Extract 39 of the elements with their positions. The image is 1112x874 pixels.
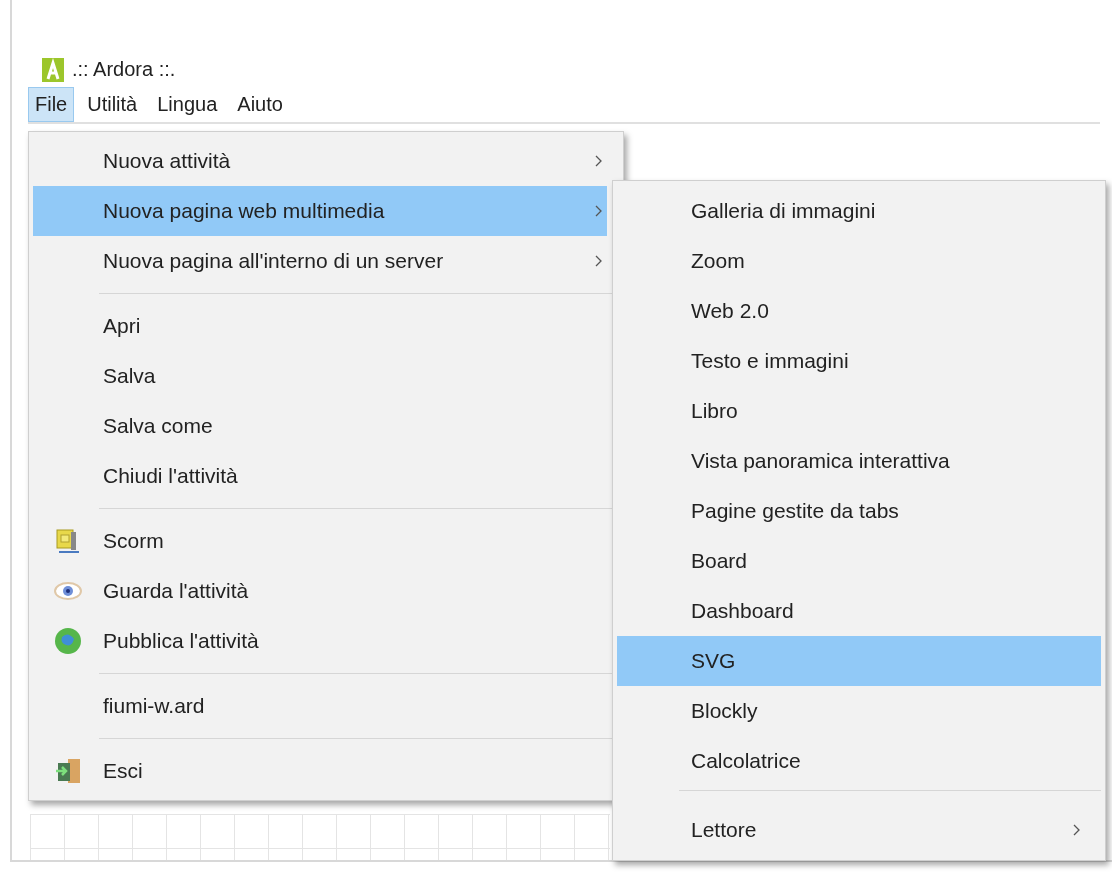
door-icon [54, 757, 82, 785]
menu-item[interactable]: Zoom [617, 236, 1101, 286]
menu-item[interactable]: Calcolatrice [617, 736, 1101, 786]
menu-item[interactable]: Salva [33, 351, 607, 401]
eye-icon [54, 581, 82, 601]
package-icon [55, 528, 81, 554]
menu-item[interactable]: Lettore [617, 805, 1101, 855]
menu-item[interactable]: Libro [617, 386, 1101, 436]
menu-item[interactable]: fiumi-w.ard [33, 681, 607, 731]
chevron-right-icon [595, 205, 603, 217]
menu-item[interactable]: SVG [617, 636, 1101, 686]
menu-item[interactable]: Esci [33, 746, 607, 796]
menu-item[interactable]: Salva come [33, 401, 607, 451]
menu-item[interactable]: Dashboard [617, 586, 1101, 636]
menu-bar-item[interactable]: Aiuto [230, 87, 290, 123]
menu-item[interactable]: Testo e immagini [617, 336, 1101, 386]
menu-bar-item[interactable]: Utilità [80, 87, 145, 123]
globe-icon [54, 627, 82, 655]
menu-item[interactable]: Chiudi l'attività [33, 451, 607, 501]
menu-bar-item[interactable]: Lingua [150, 87, 225, 123]
menu-item[interactable]: Web 2.0 [617, 286, 1101, 336]
menu-item[interactable]: Scorm [33, 516, 607, 566]
menu-item[interactable]: Nuova attività [33, 136, 607, 186]
menu-item[interactable]: Guarda l'attività [33, 566, 607, 616]
menu-item[interactable]: Apri [33, 301, 607, 351]
menu-item[interactable]: Galleria di immagini [617, 186, 1101, 236]
menu-item[interactable]: Nuova pagina all'interno di un server [33, 236, 607, 286]
menu-bar-item[interactable]: File [28, 87, 75, 123]
menu-item[interactable]: Pagine gestite da tabs [617, 486, 1101, 536]
app-logo-icon [42, 57, 64, 82]
menu-item[interactable]: Board [617, 536, 1101, 586]
menu-item[interactable]: Blockly [617, 686, 1101, 736]
menu-item[interactable]: Pubblica l'attività [33, 616, 607, 666]
window-title: .:: Ardora ::. [72, 58, 176, 82]
chevron-right-icon [595, 155, 603, 167]
chevron-right-icon [1073, 824, 1081, 836]
menu-item[interactable]: Vista panoramica interattiva [617, 436, 1101, 486]
chevron-right-icon [595, 255, 603, 267]
menu-item[interactable]: Nuova pagina web multimedia [33, 186, 607, 236]
